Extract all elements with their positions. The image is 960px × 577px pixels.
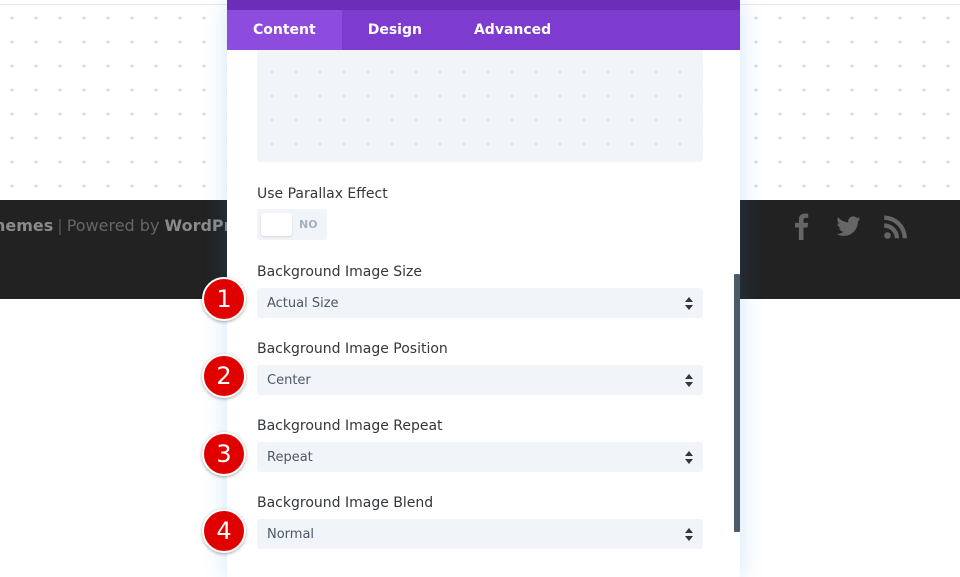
select-value: Repeat: [267, 450, 313, 465]
select-arrows-icon: [685, 374, 693, 387]
footer-credit-brand[interactable]: hemes: [0, 216, 53, 235]
select-arrows-icon: [685, 528, 693, 541]
bg-image-position-label: Background Image Position: [257, 341, 448, 357]
toggle-state-text: NO: [299, 218, 318, 231]
marker-1: 1: [202, 277, 246, 321]
parallax-label: Use Parallax Effect: [257, 186, 388, 202]
modal-header: [227, 0, 740, 10]
twitter-icon[interactable]: [835, 211, 862, 241]
rss-icon[interactable]: [883, 211, 909, 241]
background-image-preview[interactable]: [257, 50, 703, 162]
marker-3: 3: [202, 432, 246, 476]
select-arrows-icon: [685, 451, 693, 464]
facebook-icon[interactable]: [792, 211, 810, 241]
marker-4: 4: [202, 509, 246, 553]
bg-image-size-label: Background Image Size: [257, 264, 422, 280]
bg-image-position-select[interactable]: Center: [257, 365, 703, 395]
parallax-toggle[interactable]: NO: [257, 209, 327, 240]
bg-image-size-select[interactable]: Actual Size: [257, 288, 703, 318]
footer-credit-prefix: Powered by: [67, 216, 160, 235]
select-value: Actual Size: [267, 296, 339, 311]
settings-tabs: Content Design Advanced: [227, 10, 740, 50]
bg-image-blend-select[interactable]: Normal: [257, 519, 703, 549]
tab-advanced[interactable]: Advanced: [448, 10, 577, 50]
marker-2: 2: [202, 354, 246, 398]
footer-credit-separator: |: [57, 216, 62, 235]
toggle-knob[interactable]: [261, 213, 292, 236]
bg-image-repeat-select[interactable]: Repeat: [257, 442, 703, 472]
bg-image-repeat-label: Background Image Repeat: [257, 418, 443, 434]
footer-credit: hemes|Powered by WordPre: [0, 216, 242, 235]
select-value: Normal: [267, 527, 314, 542]
bg-image-blend-label: Background Image Blend: [257, 495, 433, 511]
tab-content[interactable]: Content: [227, 10, 342, 50]
select-arrows-icon: [685, 297, 693, 310]
tab-design[interactable]: Design: [342, 10, 448, 50]
select-value: Center: [267, 373, 311, 388]
modal-scrollbar[interactable]: [734, 274, 740, 532]
module-settings-modal: Content Design Advanced Use Parallax Eff…: [227, 0, 740, 577]
